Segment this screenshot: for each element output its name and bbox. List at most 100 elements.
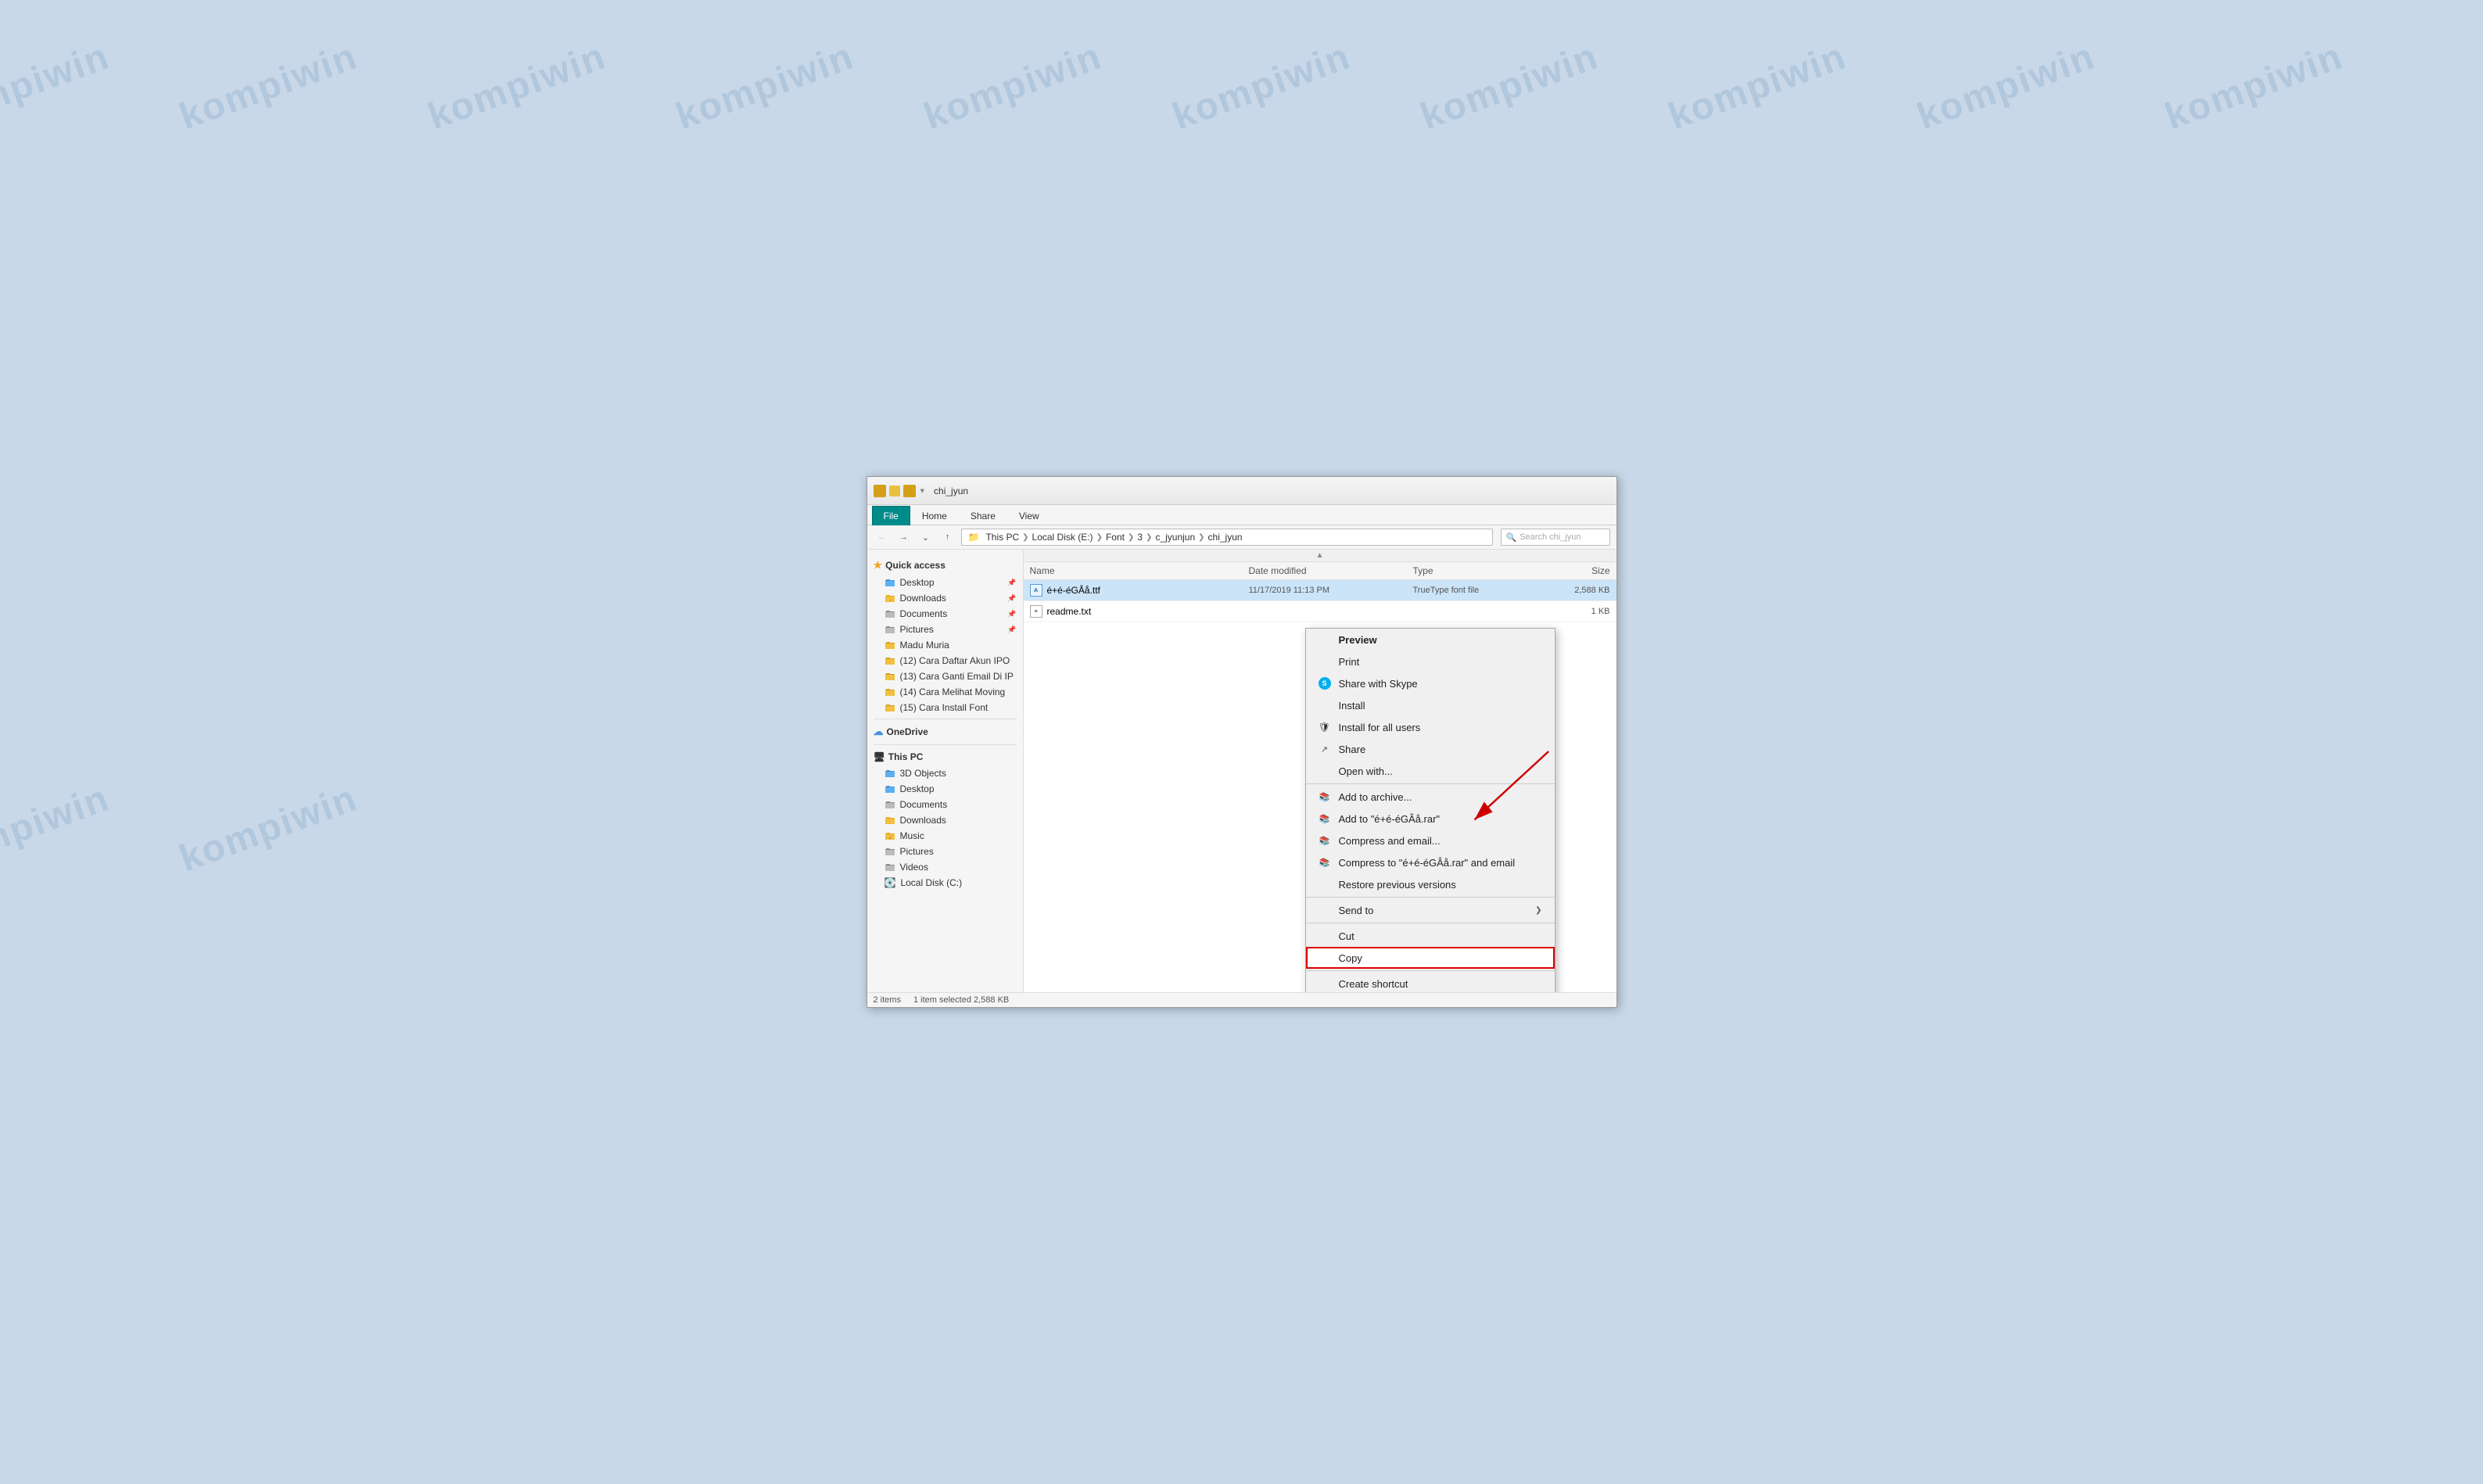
sidebar-item-12-label: (12) Cara Daftar Akun IPO (900, 655, 1010, 666)
sidebar-item-madu-label: Madu Muria (900, 640, 949, 651)
ctx-add-archive-label: Add to archive... (1339, 791, 1412, 803)
path-local-disk[interactable]: Local Disk (E:) (1032, 532, 1093, 543)
ctx-item-add-rar[interactable]: 📚 Add to "é+é-éGÂå.rar" (1306, 808, 1555, 830)
ctx-item-cut[interactable]: Cut (1306, 925, 1555, 947)
ctx-item-restore[interactable]: Restore previous versions (1306, 873, 1555, 895)
address-path[interactable]: 📁 This PC ❯ Local Disk (E:) ❯ Font ❯ 3 ❯… (961, 529, 1493, 546)
back-button[interactable]: ← (874, 529, 891, 546)
sidebar-item-pictures2[interactable]: Pictures (867, 844, 1023, 859)
this-pc-header[interactable]: 🖥 This PC (867, 748, 1023, 765)
ctx-item-copy[interactable]: Copy (1306, 947, 1555, 969)
status-bar: 2 items 1 item selected 2,588 KB (867, 992, 1616, 1007)
share-icon: ↗ (1319, 743, 1331, 755)
sidebar-item-pictures[interactable]: Pictures 📌 (867, 622, 1023, 637)
sidebar-item-14[interactable]: (14) Cara Melihat Moving (867, 684, 1023, 700)
tab-view[interactable]: View (1007, 506, 1051, 525)
window-title: chi_jyun (934, 486, 968, 496)
sidebar-item-downloads[interactable]: ↓ Downloads 📌 (867, 590, 1023, 606)
sidebar-item-15-label: (15) Cara Install Font (900, 702, 989, 713)
quick-access-label: Quick access (885, 560, 945, 571)
onedrive-header[interactable]: ☁ OneDrive (867, 722, 1023, 741)
svg-text:♫: ♫ (888, 836, 892, 841)
sidebar-item-3d-label: 3D Objects (900, 768, 946, 779)
ctx-item-install-all[interactable]: 🛡 Install for all users (1306, 716, 1555, 738)
recent-button[interactable]: ⌄ (917, 529, 935, 546)
ctx-add-rar-label: Add to "é+é-éGÂå.rar" (1339, 813, 1441, 825)
tab-share[interactable]: Share (959, 506, 1007, 525)
path-chi-jyun[interactable]: chi_jyun (1208, 532, 1243, 543)
copy-icon (1319, 952, 1331, 964)
file-size-readme: 1 KB (1523, 607, 1610, 616)
sidebar-item-local-disk[interactable]: 💽 Local Disk (C:) (867, 875, 1023, 891)
path-cjyunjun[interactable]: c_jyunjun (1155, 532, 1195, 543)
ctx-print-label: Print (1339, 656, 1360, 668)
shield-icon: 🛡 (1319, 721, 1331, 733)
ctx-item-send-to[interactable]: Send to ❯ (1306, 899, 1555, 921)
rar-icon-4: 📚 (1319, 856, 1331, 869)
create-shortcut-icon (1319, 977, 1331, 990)
sidebar-item-13[interactable]: (13) Cara Ganti Email Di IP (867, 669, 1023, 684)
tab-home[interactable]: Home (910, 506, 959, 525)
this-pc-label: This PC (888, 751, 924, 762)
sidebar-item-documents2[interactable]: Documents (867, 797, 1023, 812)
ctx-item-print[interactable]: Print (1306, 651, 1555, 672)
path-3[interactable]: 3 (1137, 532, 1143, 543)
sidebar-item-documents[interactable]: Documents 📌 (867, 606, 1023, 622)
sidebar-item-12[interactable]: (12) Cara Daftar Akun IPO (867, 653, 1023, 669)
ctx-item-compress-rar-email[interactable]: 📚 Compress to "é+é-éGÂå.rar" and email (1306, 851, 1555, 873)
path-sep-1: ❯ (1022, 533, 1028, 542)
col-type-header[interactable]: Type (1413, 565, 1523, 576)
file-row-readme[interactable]: ≡ readme.txt 1 KB (1024, 601, 1616, 622)
ctx-item-skype[interactable]: S Share with Skype (1306, 672, 1555, 694)
address-bar: ← → ⌄ ↑ 📁 This PC ❯ Local Disk (E:) ❯ Fo… (867, 525, 1616, 550)
forward-button[interactable]: → (895, 529, 913, 546)
sidebar-divider-2 (874, 744, 1017, 745)
file-row-ttf[interactable]: A é+é-éGÂå.ttf 11/17/2019 11:13 PM TrueT… (1024, 580, 1616, 601)
ctx-item-share[interactable]: ↗ Share (1306, 738, 1555, 760)
this-pc-icon: 🖥 (874, 751, 885, 762)
file-name-readme-label: readme.txt (1047, 606, 1092, 617)
ctx-item-add-archive[interactable]: 📚 Add to archive... (1306, 786, 1555, 808)
search-button[interactable]: 🔍 Search chi_jyun (1501, 529, 1610, 546)
ctx-item-create-shortcut[interactable]: Create shortcut (1306, 973, 1555, 992)
col-name-header[interactable]: Name (1030, 565, 1249, 576)
downloads2-folder-icon (884, 815, 895, 826)
col-size-header[interactable]: Size (1523, 565, 1610, 576)
path-font[interactable]: Font (1106, 532, 1125, 543)
sidebar-item-downloads-label: Downloads (900, 593, 946, 604)
sidebar-item-15[interactable]: (15) Cara Install Font (867, 700, 1023, 715)
svg-text:↓: ↓ (888, 598, 891, 603)
file-name-readme: ≡ readme.txt (1030, 605, 1249, 618)
ctx-share-label: Share (1339, 744, 1366, 755)
sidebar-item-3d[interactable]: 3D Objects (867, 765, 1023, 781)
sidebar-item-music[interactable]: ♫ Music (867, 828, 1023, 844)
ctx-item-preview[interactable]: Preview (1306, 629, 1555, 651)
sidebar-item-madu-muria[interactable]: Madu Muria (867, 637, 1023, 653)
ctx-item-install[interactable]: Install (1306, 694, 1555, 716)
title-bar-icons: ▾ (874, 485, 927, 497)
send-to-icon (1319, 904, 1331, 916)
ribbon: File Home Share View (867, 505, 1616, 525)
col-date-header[interactable]: Date modified (1249, 565, 1413, 576)
path-this-pc[interactable]: This PC (985, 532, 1019, 543)
txt-file-icon: ≡ (1030, 605, 1042, 618)
madu-folder-icon (884, 640, 895, 651)
tab-file[interactable]: File (872, 506, 910, 525)
sidebar-item-downloads2[interactable]: Downloads (867, 812, 1023, 828)
folder-title-icon2 (903, 485, 916, 497)
main-content: ★ Quick access Desktop 📌 ↓ Downloads 📌 (867, 550, 1616, 992)
status-selected-info: 1 item selected 2,588 KB (913, 995, 1009, 1005)
sidebar-item-videos[interactable]: Videos (867, 859, 1023, 875)
quick-access-header[interactable]: ★ Quick access (867, 556, 1023, 575)
ctx-divider-4 (1306, 970, 1555, 971)
up-button[interactable]: ↑ (939, 529, 956, 546)
rar-icon-1: 📚 (1319, 790, 1331, 803)
path-sep-3: ❯ (1128, 533, 1134, 542)
sidebar-item-desktop[interactable]: Desktop 📌 (867, 575, 1023, 590)
path-sep-5: ❯ (1198, 533, 1204, 542)
skype-icon: S (1319, 677, 1331, 690)
folder-title-icon (874, 485, 886, 497)
ctx-item-compress-email[interactable]: 📚 Compress and email... (1306, 830, 1555, 851)
sidebar-item-desktop2[interactable]: Desktop (867, 781, 1023, 797)
ctx-item-open-with[interactable]: Open with... (1306, 760, 1555, 782)
